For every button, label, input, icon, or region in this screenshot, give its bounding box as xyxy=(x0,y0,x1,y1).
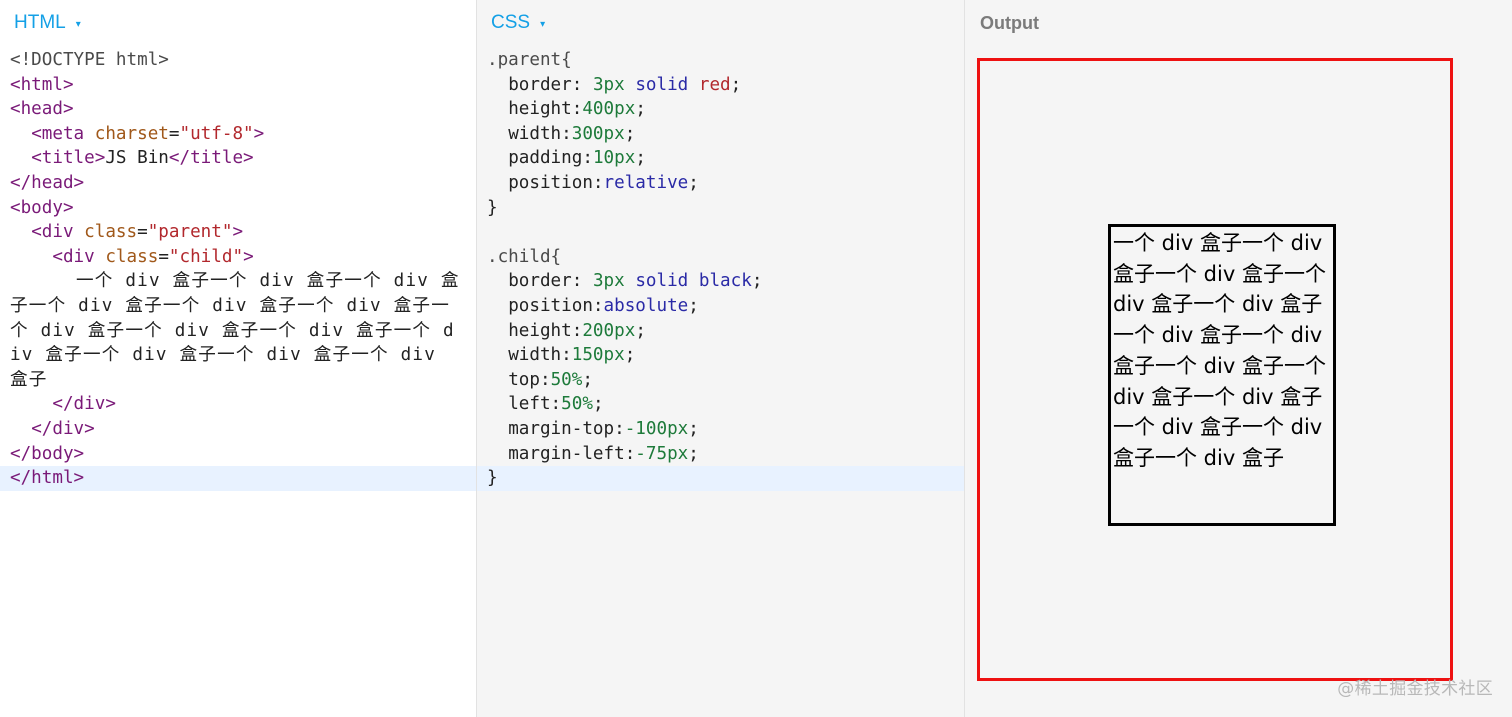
html-pane-header: HTML ▾ xyxy=(0,0,476,46)
code-line: </head> xyxy=(10,172,85,193)
css-pane-header: CSS ▾ xyxy=(477,0,964,46)
code-line: height:200px; xyxy=(508,320,646,341)
code-line: top:50%; xyxy=(508,369,593,390)
html-dropdown-caret-icon[interactable]: ▾ xyxy=(76,19,81,30)
code-line: <div class="parent"> xyxy=(31,222,244,243)
code-line: } xyxy=(487,197,498,218)
code-line: padding:10px; xyxy=(508,148,646,169)
code-line: </body> xyxy=(10,443,85,464)
code-text-content: 一个 div 盒子一个 div 盒子一个 div 盒子一个 div 盒子一个 d… xyxy=(10,271,460,390)
code-line: width:150px; xyxy=(508,345,636,366)
code-line: <body> xyxy=(10,197,74,218)
code-line-active: } xyxy=(477,466,964,491)
code-line: <html> xyxy=(10,74,74,95)
code-line: margin-top:-100px; xyxy=(508,418,699,439)
code-line: <head> xyxy=(10,99,74,120)
html-editor[interactable]: <!DOCTYPE html> <html> <head> <meta char… xyxy=(0,48,476,717)
code-line: width:300px; xyxy=(508,123,636,144)
code-line: <title>JS Bin</title> xyxy=(31,148,254,169)
code-line: <!DOCTYPE html> xyxy=(10,50,169,70)
code-line: height:400px; xyxy=(508,99,646,120)
output-pane: Output 一个 div 盒子一个 div 盒子一个 div 盒子一个 div… xyxy=(965,0,1512,717)
child-box-text: 一个 div 盒子一个 div 盒子一个 div 盒子一个 div 盒子一个 d… xyxy=(1113,231,1326,470)
html-pane-title[interactable]: HTML xyxy=(14,12,66,34)
code-line: </div> xyxy=(31,418,95,439)
css-pane-title[interactable]: CSS xyxy=(491,12,530,34)
parent-box: 一个 div 盒子一个 div 盒子一个 div 盒子一个 div 盒子一个 d… xyxy=(977,58,1453,681)
code-line: position:relative; xyxy=(508,172,699,193)
css-editor[interactable]: .parent{ border: 3px solid red; height:4… xyxy=(477,48,964,717)
code-line: border: 3px solid black; xyxy=(508,271,763,292)
html-pane: HTML ▾ <!DOCTYPE html> <html> <head> <me… xyxy=(0,0,477,717)
watermark: @稀土掘金技术社区 xyxy=(1337,679,1493,699)
css-pane: CSS ▾ .parent{ border: 3px solid red; he… xyxy=(477,0,965,717)
css-dropdown-caret-icon[interactable]: ▾ xyxy=(540,19,545,30)
output-pane-title: Output xyxy=(980,12,1039,33)
child-box: 一个 div 盒子一个 div 盒子一个 div 盒子一个 div 盒子一个 d… xyxy=(1108,224,1336,526)
code-line-active: </html> xyxy=(0,466,476,491)
code-line: border: 3px solid red; xyxy=(508,74,742,95)
code-line: position:absolute; xyxy=(508,295,699,316)
code-line: <meta charset="utf-8"> xyxy=(31,123,265,144)
code-line: .child{ xyxy=(487,246,562,267)
code-line: .parent{ xyxy=(487,50,572,70)
code-line: </div> xyxy=(52,394,116,415)
code-line: <div class="child"> xyxy=(52,246,254,267)
code-line: left:50%; xyxy=(508,394,604,415)
output-pane-header: Output xyxy=(965,0,1512,46)
code-line: margin-left:-75px; xyxy=(508,443,699,464)
